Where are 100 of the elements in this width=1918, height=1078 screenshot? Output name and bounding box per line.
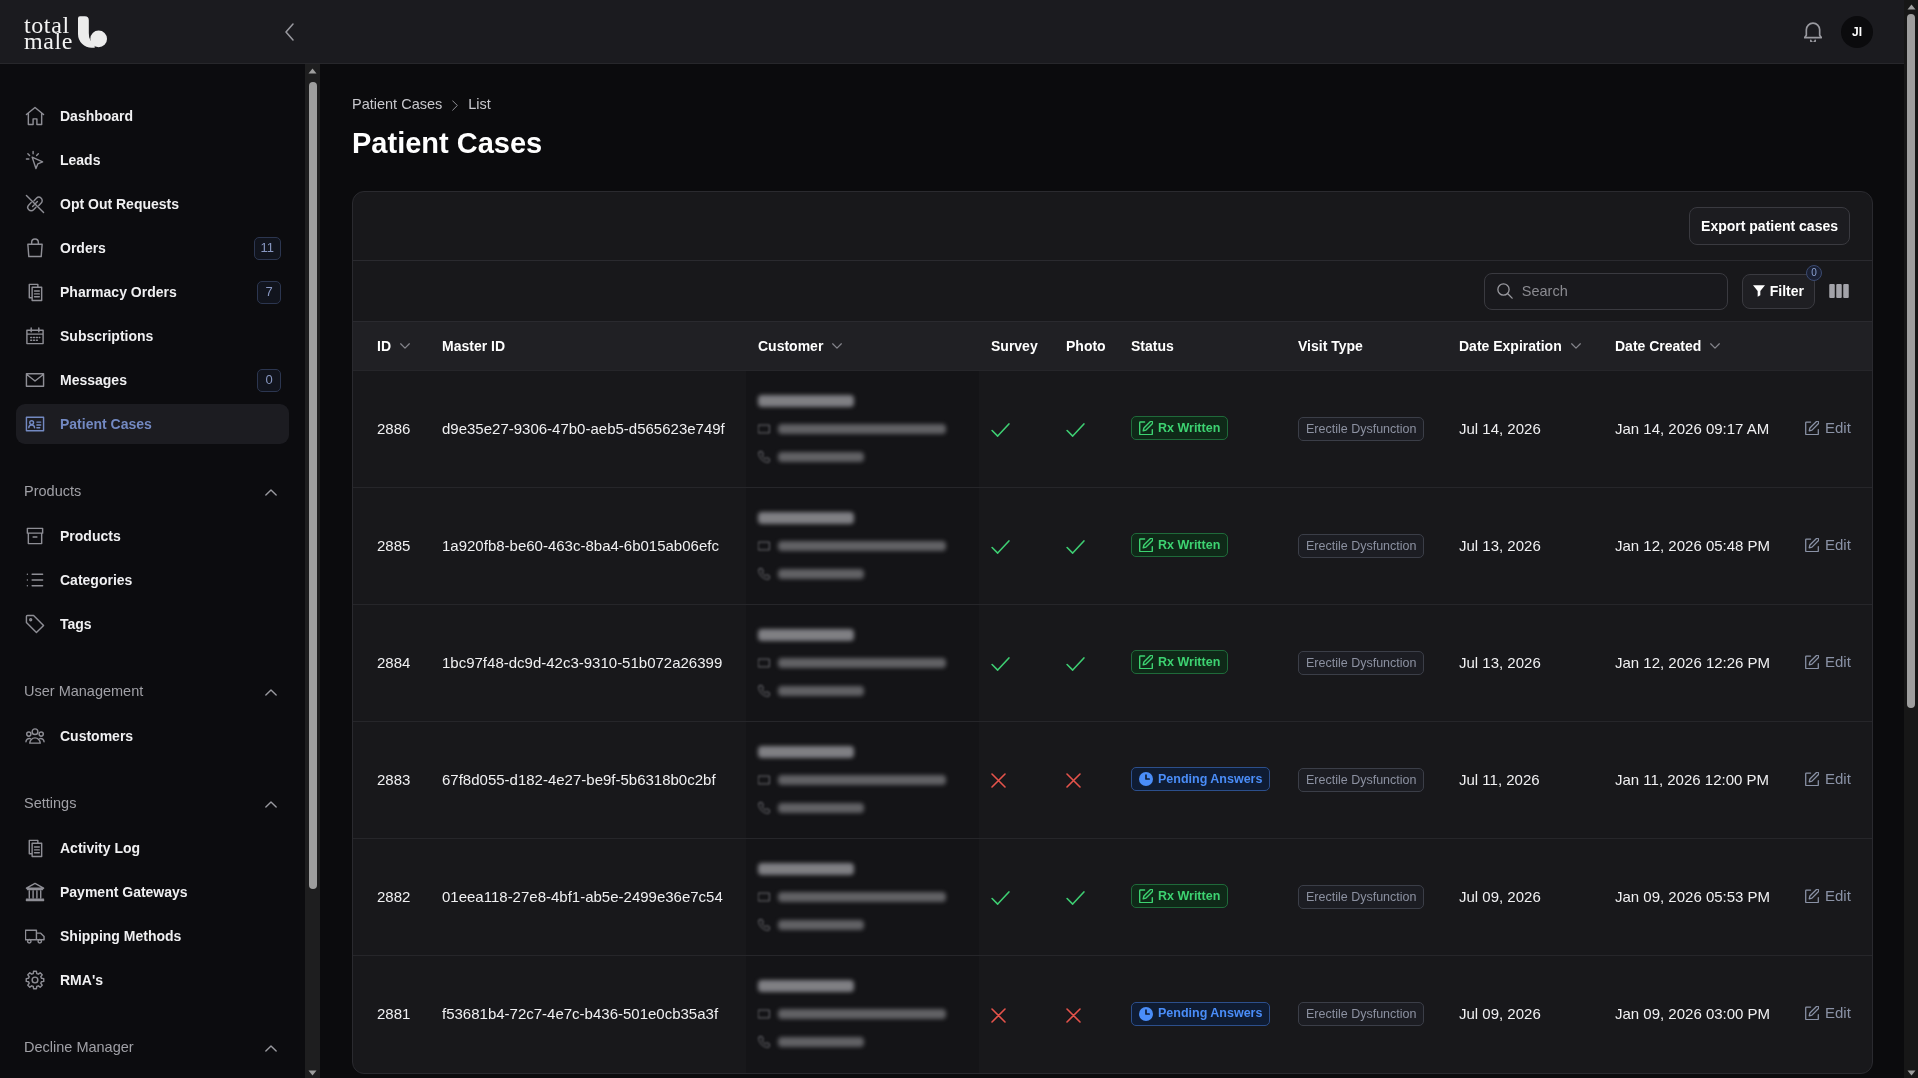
count-badge: 0 — [257, 368, 281, 392]
status-text: Pending Answers — [1158, 770, 1263, 788]
sidebar-item[interactable]: Pharmacy Orders 7 — [16, 272, 289, 312]
table-cell: 01eea118-27e8-4bf1-ab5e-2499e36e7c54 — [442, 887, 723, 905]
count-badge: 7 — [257, 280, 281, 304]
sidebar-item[interactable]: Activity Log — [16, 828, 289, 868]
calendar-icon — [25, 326, 45, 346]
status-text: Rx Written — [1158, 536, 1221, 554]
table-cell: 2884 — [377, 653, 411, 671]
column-header: Visit Type — [1298, 336, 1363, 356]
table-cell: 2881 — [377, 1005, 411, 1022]
bell-icon[interactable] — [1804, 21, 1822, 42]
sidebar-item[interactable]: Tags — [16, 604, 289, 644]
table-cell: 2885 — [377, 536, 411, 554]
scrollbar-thumb[interactable] — [1907, 14, 1915, 708]
section-toggle[interactable]: Decline Manager — [16, 1036, 289, 1060]
section-toggle[interactable]: User Management — [16, 680, 289, 704]
sidebar-item[interactable]: Customers — [16, 716, 289, 756]
table-cell: Jan 14, 2026 09:17 AM — [1615, 419, 1770, 437]
tag-icon — [25, 614, 45, 634]
user-avatar[interactable]: JI — [1841, 15, 1873, 48]
edit-link[interactable]: Edit — [1805, 1001, 1851, 1025]
table-cell: Jul 11, 2026 — [1459, 770, 1540, 788]
sidebar-item[interactable]: Leads — [16, 140, 289, 180]
edit-link[interactable]: Edit — [1805, 884, 1851, 908]
table-cell: 1a920fb8-be60-463c-8ba4-6b015ab06efc — [442, 536, 719, 554]
section-toggle[interactable]: Settings — [16, 792, 289, 816]
status-text: Rx Written — [1158, 419, 1221, 437]
sidebar-item[interactable]: Shipping Methods — [16, 916, 289, 956]
envelope-icon — [758, 892, 770, 902]
phone-icon — [758, 919, 770, 931]
id-card-icon — [25, 414, 45, 434]
shopping-bag-icon — [25, 238, 45, 258]
cursor-click-icon — [25, 150, 45, 170]
up-arrow-icon[interactable] — [308, 68, 317, 74]
sidebar-item[interactable]: RMA's — [16, 960, 289, 1000]
envelope-icon — [758, 1009, 770, 1020]
breadcrumb-link[interactable]: Patient Cases — [352, 94, 443, 116]
columns-icon[interactable] — [1829, 284, 1849, 298]
archive-box-icon — [25, 526, 45, 546]
clock-icon — [1139, 772, 1153, 787]
sidebar-item[interactable]: Opt Out Requests — [16, 184, 289, 224]
sidebar-item[interactable]: Products — [16, 516, 289, 556]
edit-link[interactable]: Edit — [1805, 767, 1851, 791]
table-cell: Jan 11, 2026 12:00 PM — [1615, 770, 1769, 788]
down-arrow-icon[interactable] — [308, 1070, 317, 1076]
column-header: Survey — [991, 336, 1038, 356]
down-arrow-icon[interactable] — [1906, 1070, 1916, 1076]
clock-icon — [1139, 1006, 1153, 1021]
sidebar-item[interactable]: Orders 11 — [16, 228, 289, 268]
phone-icon — [758, 1036, 770, 1049]
page-title: Patient Cases — [352, 126, 544, 161]
table-cell: d9e35e27-9306-47b0-aeb5-d565623e749f — [442, 419, 725, 437]
chevron-left-icon[interactable] — [285, 22, 294, 41]
sidebar-item[interactable]: Categories — [16, 560, 289, 600]
envelope-icon — [758, 541, 770, 551]
column-header: Master ID — [442, 336, 506, 356]
visit-type-tag: Erectile Dysfunction — [1298, 768, 1425, 793]
section-toggle[interactable]: Products — [16, 480, 289, 504]
table-cell: Jan 09, 2026 03:00 PM — [1615, 1005, 1771, 1022]
edit-link[interactable]: Edit — [1805, 533, 1851, 557]
sidebar-item[interactable]: Payment Gateways — [16, 872, 289, 912]
up-arrow-icon[interactable] — [1906, 4, 1916, 10]
column-header[interactable]: ID — [377, 335, 410, 357]
sidebar-item[interactable]: Patient Cases — [16, 404, 289, 444]
table-cell: Jul 13, 2026 — [1459, 536, 1541, 554]
count-badge: 0 — [1806, 264, 1822, 281]
column-header: Photo — [1066, 336, 1106, 356]
visit-type-tag: Erectile Dysfunction — [1298, 534, 1425, 559]
edit-link[interactable]: Edit — [1805, 650, 1851, 674]
visit-type-tag: Erectile Dysfunction — [1298, 885, 1425, 910]
table-cell: Jan 09, 2026 05:53 PM — [1615, 887, 1771, 905]
column-header[interactable]: Customer — [758, 335, 843, 357]
status-text: Rx Written — [1158, 653, 1221, 671]
chevron-right-icon — [452, 99, 459, 111]
scrollbar-thumb[interactable] — [308, 82, 317, 889]
visit-type-tag: Erectile Dysfunction — [1298, 651, 1425, 676]
sidebar-item[interactable]: Subscriptions — [16, 316, 289, 356]
home-icon — [25, 106, 45, 126]
edit-link[interactable]: Edit — [1805, 416, 1851, 440]
export-button[interactable]: Export patient cases — [1689, 207, 1850, 245]
users-icon — [25, 726, 45, 746]
breadcrumb-current: List — [468, 95, 491, 115]
column-header: Status — [1131, 336, 1174, 356]
status-text: Rx Written — [1158, 887, 1221, 905]
search-field[interactable]: Search — [1483, 272, 1728, 310]
envelope-icon — [758, 424, 770, 434]
table-cell: 2883 — [377, 770, 411, 788]
visit-type-tag: Erectile Dysfunction — [1298, 1002, 1425, 1027]
table-cell: Jul 13, 2026 — [1459, 653, 1541, 671]
gear-icon — [25, 970, 45, 990]
phone-icon — [758, 685, 770, 697]
phone-icon — [758, 451, 770, 463]
sidebar-item[interactable]: Dashboard — [16, 96, 289, 136]
table-cell: Jul 09, 2026 — [1459, 887, 1541, 905]
visit-type-tag: Erectile Dysfunction — [1298, 417, 1425, 442]
sidebar-item[interactable]: Messages 0 — [16, 360, 289, 400]
table-cell: Jul 09, 2026 — [1459, 1005, 1541, 1022]
phone-icon — [758, 802, 770, 814]
table-cell: 2886 — [377, 419, 411, 437]
